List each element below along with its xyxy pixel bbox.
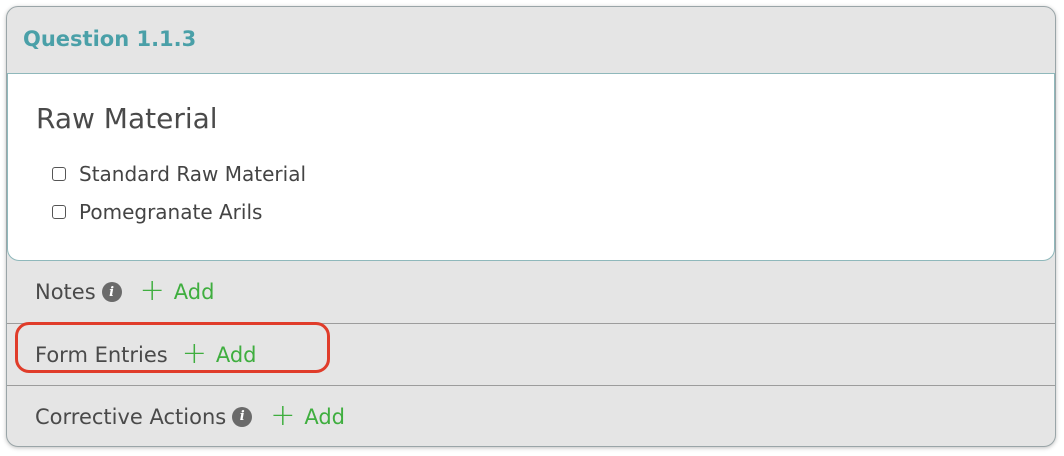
info-icon[interactable]: i [232,406,253,427]
info-icon[interactable]: i [101,282,122,302]
plus-icon: + [270,397,296,433]
question-header: Question 1.1.3 [7,7,1055,74]
add-label: Add [215,342,257,367]
add-corrective-actions-button[interactable]: + Add [270,397,346,433]
checkbox-icon[interactable] [52,167,66,181]
option-label: Pomegranate Arils [79,200,263,224]
form-entries-row: Form Entries + Add [7,323,1055,385]
add-label: Add [304,404,346,429]
option-pomegranate-arils[interactable]: Pomegranate Arils [52,199,262,225]
add-notes-button[interactable]: + Add [139,273,215,308]
option-standard-raw-material[interactable]: Standard Raw Material [52,161,306,187]
form-entries-label: Form Entries [35,342,168,367]
add-label: Add [173,280,215,304]
corrective-actions-row: Corrective Actions i + Add [7,385,1055,446]
question-card: Question 1.1.3 Raw Material Standard Raw… [6,6,1056,447]
question-number: Question 1.1.3 [23,27,197,51]
option-label: Standard Raw Material [79,162,307,186]
notes-label: Notes [35,280,96,304]
add-form-entries-button[interactable]: + Add [181,335,257,371]
checkbox-icon[interactable] [52,205,66,219]
plus-icon: + [181,335,207,371]
question-heading: Raw Material [36,102,218,135]
plus-icon: + [139,273,165,308]
corrective-actions-label: Corrective Actions [35,404,227,429]
question-body: Raw Material Standard Raw Material Pomeg… [7,74,1055,261]
notes-row: Notes i + Add [7,261,1055,323]
